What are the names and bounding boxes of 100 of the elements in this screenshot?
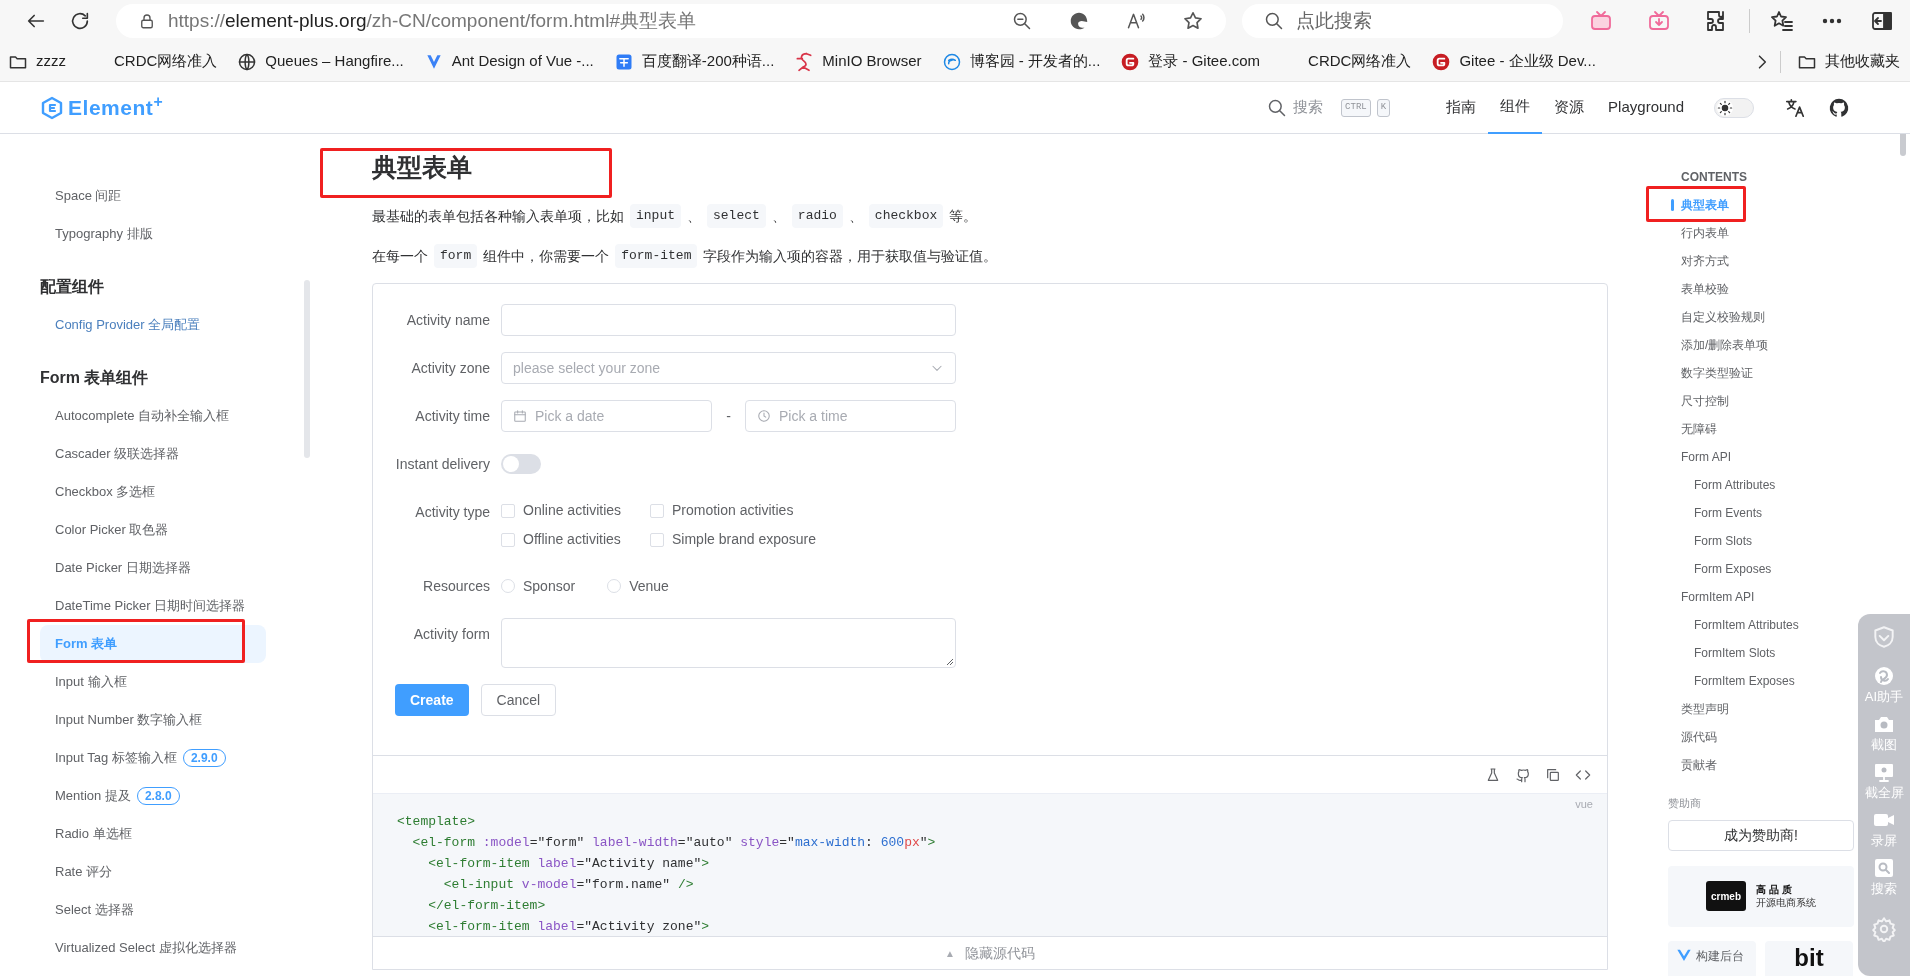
nav-link[interactable]: 组件 [1488,81,1543,134]
flask-icon[interactable] [1485,766,1501,783]
bookmark[interactable]: Ant Design of Vue -... [421,45,596,78]
sidebar-item[interactable]: Input Number 数字输入框 [40,701,266,739]
bookmark[interactable]: 其他收藏夹 [1797,50,1900,73]
sidebar-item[interactable]: Input 输入框 [40,663,266,701]
translate-icon[interactable] [1784,96,1806,119]
toc-link[interactable]: 行内表单 [1668,219,1729,247]
textarea-field[interactable] [501,618,956,668]
sponsor-button[interactable]: 成为赞助商! [1668,819,1854,851]
toc-link[interactable]: Form API [1668,443,1731,471]
toc-link[interactable]: Form Slots [1668,527,1752,555]
read-aloud-icon[interactable] [1125,11,1146,31]
sidebar-item[interactable]: Virtualized Select 虚拟化选择器 [40,929,266,967]
nav-link[interactable]: Playground [1596,81,1696,134]
bookmark[interactable]: CRDC网络准入 [1278,45,1414,78]
toc-link[interactable]: FormItem Attributes [1668,611,1799,639]
browser-search-field[interactable]: 点此搜索 [1241,4,1563,38]
toc-link[interactable]: 尺寸控制 [1668,387,1729,415]
resize-handle-icon[interactable] [946,658,954,666]
sponsor-card[interactable]: 构建后台 [1668,940,1756,976]
favorites-icon[interactable] [1770,9,1794,33]
sidebar-icon[interactable] [1870,9,1894,33]
hexagon-logo-icon [40,95,64,120]
radio-button[interactable]: Venue [607,575,669,597]
sidebar-item[interactable]: DateTime Picker 日期时间选择器 [40,587,266,625]
radio-button[interactable]: Sponsor [501,575,576,597]
field-label: Activity name [406,310,490,330]
sidebar-item[interactable]: Checkbox 多选框 [40,473,266,511]
sponsor-title: 高 品 质 [1756,883,1793,896]
toc-link[interactable]: 类型声明 [1668,695,1729,723]
form-button[interactable]: Cancel [480,684,557,716]
sidebar-item[interactable]: Radio 单选框 [40,815,266,853]
bookmark[interactable]: Queues – Hangfire... [235,45,406,78]
code-line: <el-form :model="form" label-width="auto" style="max-width: 600px"> [411,834,937,852]
page-title: 典型表单 [372,152,472,183]
sidebar-item[interactable]: Select 选择器 [40,891,266,929]
toc-link[interactable]: FormItem Slots [1668,639,1776,667]
sponsor-card[interactable]: bit [1765,940,1853,976]
bookmark[interactable]: zzzz [6,45,68,78]
bookmark[interactable]: 博客园 - 开发者的... [939,45,1103,78]
copy-icon[interactable] [1545,766,1561,783]
toc-link[interactable]: 源代码 [1668,723,1717,751]
code-line: <el-input v-model="form.name" /> [442,876,695,894]
toc-link[interactable]: FormItem API [1668,583,1755,611]
sponsor-card[interactable]: crmeb 高 品 质 开源电商系统 [1668,865,1854,927]
sidebar-item[interactable]: Date Picker 日期选择器 [40,549,266,587]
toc-link[interactable]: 数字类型验证 [1668,359,1753,387]
toc-link[interactable]: FormItem Exposes [1668,667,1795,695]
bookmark[interactable]: 登录 - Gitee.com [1118,45,1263,78]
calendar-icon [513,409,527,423]
github-icon[interactable] [1828,96,1850,119]
scrollbar[interactable] [304,280,310,458]
toc-link[interactable]: Form Exposes [1668,555,1772,583]
search-icon [1267,97,1288,118]
tv-download-icon[interactable] [1647,9,1671,33]
sidebar-item[interactable]: Rate 评分 [40,853,266,891]
sidebar-item[interactable]: Cascader 级联选择器 [40,435,266,473]
tv-icon[interactable] [1589,9,1613,33]
star-icon[interactable] [1181,10,1204,32]
address-bar[interactable]: https://element-plus.org/zh-CN/component/form.html#典型表单 [116,4,1226,38]
theme-switch[interactable] [1714,97,1754,118]
sidebar-item[interactable]: Color Picker 取色器 [40,511,266,549]
toc-link[interactable]: 无障碍 [1668,415,1717,443]
bookmark[interactable]: 百度翻译-200种语... [611,45,777,78]
github-icon[interactable] [1515,766,1531,783]
sidebar-item[interactable]: Mention 提及 2.8.0 [40,777,266,815]
toggle-switch[interactable] [501,454,541,474]
toc-link[interactable]: 添加/删除表单项 [1668,331,1769,359]
sidebar-item[interactable]: Input Tag 标签输入框 2.9.0 [40,739,266,777]
toc-link[interactable]: 贡献者 [1668,751,1717,779]
code-line: <template> [397,813,476,831]
toc-link[interactable]: Form Attributes [1668,471,1776,499]
text-input[interactable] [501,304,956,336]
g-logo-icon [1120,51,1141,72]
version-badge: 2.9.0 [182,749,226,767]
bookmark[interactable]: MinIO Browser [792,45,924,78]
toc-link[interactable]: 自定义校验规则 [1668,303,1765,331]
field-label: Activity time [415,406,490,426]
toc-link[interactable]: Form Events [1668,499,1762,527]
section-heading: 配置组件 [40,277,105,297]
bookmark[interactable]: Gitee - 企业级 Dev... [1429,45,1598,78]
sponsor-heading: 赞助商 [1668,796,1702,811]
checkbox[interactable]: Online activities [501,496,650,525]
clock-icon [757,409,771,423]
sidebar-item[interactable]: Config Provider 全局配置 [40,306,266,344]
swirl-icon [1872,664,1896,688]
code-line: <el-form-item label="Activity zone"> [427,918,711,936]
toc-link[interactable]: 对齐方式 [1668,247,1729,275]
nav-link[interactable]: 资源 [1542,81,1597,134]
sidebar-item[interactable]: Typography 排版 [40,215,266,253]
nav-link[interactable]: 指南 [1434,81,1489,134]
checkbox[interactable]: Promotion activities [650,496,850,525]
zoom-out-icon[interactable] [1011,11,1032,31]
checkbox[interactable]: Simple brand exposure [650,525,850,554]
checkbox[interactable]: Offline activities [501,525,650,554]
sidebar-item[interactable]: Space 间距 [40,177,266,215]
toc-link[interactable]: 表单校验 [1668,275,1729,303]
bookmark[interactable]: CRDC网络准入 [84,45,220,78]
sidebar-item[interactable]: Autocomplete 自动补全输入框 [40,397,266,435]
